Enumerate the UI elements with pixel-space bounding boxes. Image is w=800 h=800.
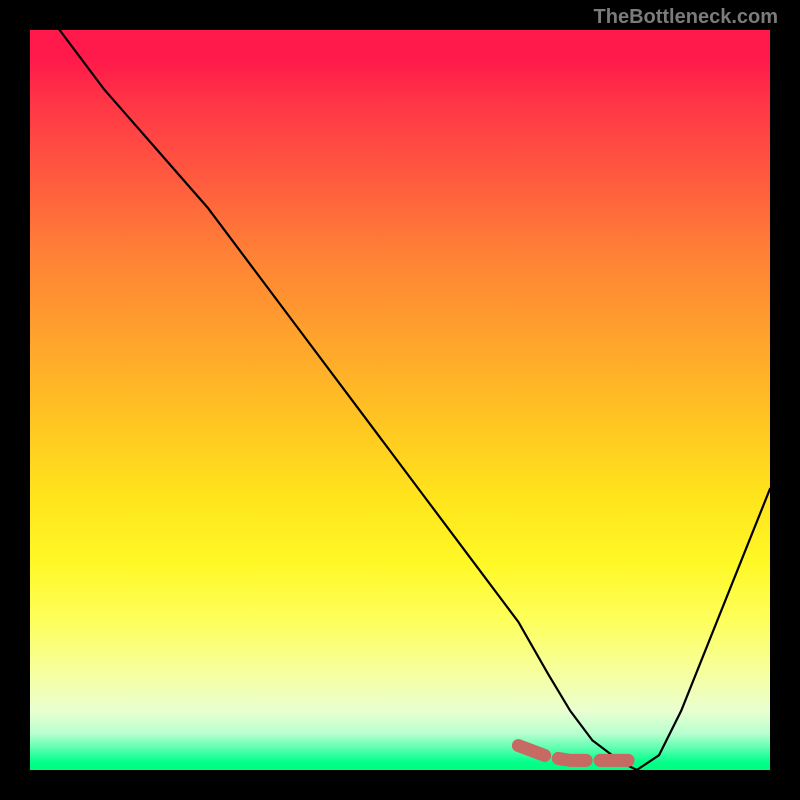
chart-plot-area <box>30 30 770 770</box>
watermark-text: TheBottleneck.com <box>594 6 778 29</box>
recommended-range-marker <box>30 30 770 770</box>
